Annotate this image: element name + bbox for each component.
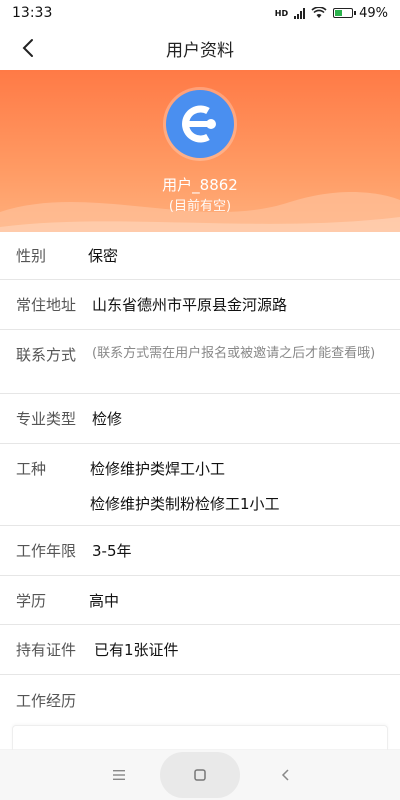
certificates-value: 已有1张证件 [94,641,179,659]
signal-icon [294,7,306,19]
system-nav-bar [0,750,400,800]
row-gender: 性别 保密 [0,232,400,280]
experience-card [12,725,388,750]
job-type-label: 工种 [16,460,47,478]
network-type: HD [274,8,289,18]
battery-icon [333,8,357,18]
status-icons: HD 49% [275,6,388,21]
specialty-value: 检修 [92,410,123,428]
row-contact: 联系方式 (联系方式需在用户报名或被邀请之后才能查看哦) [0,330,400,394]
education-label: 学历 [16,591,47,610]
wifi-icon [311,7,327,18]
experience-area [0,725,400,750]
chevron-left-icon [22,39,33,57]
app-header: 用户资料 [0,26,400,70]
gender-label: 性别 [16,247,47,265]
wrench-logo-icon [182,105,216,143]
square-icon [194,769,206,781]
experience-label: 工作经历 [16,691,77,710]
gender-value: 保密 [88,247,119,265]
menu-icon [113,770,125,780]
home-button[interactable] [160,752,240,798]
status-bar: 13:33 HD 49% [0,0,400,26]
profile-info-list: 性别 保密 常住地址 山东省德州市平原县金河源路 联系方式 (联系方式需在用户报… [0,232,400,750]
certificates-label: 持有证件 [16,641,77,659]
years-value: 3-5年 [92,542,132,560]
user-availability: (目前有空) [168,199,232,214]
specialty-label: 专业类型 [16,410,77,428]
address-value: 山东省德州市平原县金河源路 [92,296,288,314]
row-specialty: 专业类型 检修 [0,394,400,444]
education-value: 高中 [89,591,120,610]
user-name: 用户_8862 [162,176,238,194]
avatar[interactable] [166,90,234,158]
status-time: 13:33 [12,5,53,21]
profile-banner: 用户_8862 (目前有空) [0,70,400,232]
page-title: 用户资料 [166,40,234,61]
row-address: 常住地址 山东省德州市平原县金河源路 [0,280,400,330]
job-type-list: 检修维护类焊工小工 检修维护类制粉检修工1小工 [90,458,280,514]
row-education: 学历 高中 [0,576,400,625]
battery-percent: 49% [359,5,388,21]
job-type-item: 检修维护类制粉检修工1小工 [90,495,280,513]
address-label: 常住地址 [16,296,77,314]
row-job-type: 工种 检修维护类焊工小工 检修维护类制粉检修工1小工 [0,444,400,526]
contact-label: 联系方式 [16,346,77,364]
row-experience: 工作经历 [0,675,400,725]
back-button[interactable] [14,34,42,62]
row-certificates[interactable]: 持有证件 已有1张证件 [0,625,400,675]
menu-button[interactable] [108,762,130,788]
years-label: 工作年限 [16,542,77,560]
job-type-item: 检修维护类焊工小工 [90,460,226,478]
back-nav-button[interactable] [274,762,296,788]
chevron-left-icon [281,769,289,781]
contact-note: (联系方式需在用户报名或被邀请之后才能查看哦) [92,346,376,361]
row-years: 工作年限 3-5年 [0,526,400,576]
